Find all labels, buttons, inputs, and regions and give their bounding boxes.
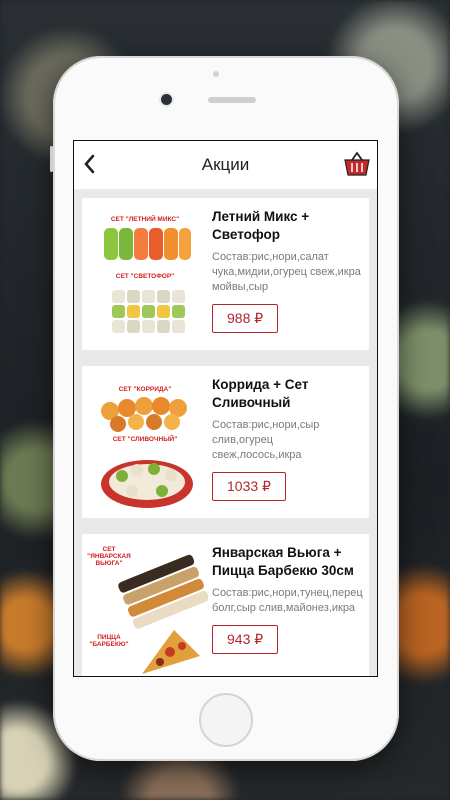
- promo-list: СЕТ "ЛЕТНИЙ МИКС" СЕТ "СВЕТОФОР" Летний …: [74, 190, 377, 676]
- price-button[interactable]: 1033 ₽: [212, 472, 286, 501]
- app-screen: Акции СЕТ "ЛЕТНИЙ МИКС" СЕТ "СВЕТОФОР" Л…: [73, 140, 378, 677]
- promo-image-sushi-set: СЕТ "КОРРИДА" СЕТ "СЛИВОЧНЫЙ": [82, 366, 208, 518]
- app-header: Акции: [74, 141, 377, 190]
- image-label: СЕТ "ЛЕТНИЙ МИКС": [110, 216, 180, 223]
- image-label: СЕТ "ЯНВАРСКАЯ ВЬЮГА": [87, 546, 131, 567]
- promo-image-sushi-set: СЕТ "ЛЕТНИЙ МИКС" СЕТ "СВЕТОФОР": [82, 198, 208, 350]
- promo-card[interactable]: СЕТ "КОРРИДА" СЕТ "СЛИВОЧНЫЙ" Коррида + …: [82, 366, 369, 518]
- earpiece-speaker: [208, 97, 256, 103]
- promo-name: Январская Вьюга + Пицца Барбекю 30см: [212, 545, 354, 578]
- home-button[interactable]: [199, 693, 253, 747]
- image-label: СЕТ "СЛИВОЧНЫЙ": [112, 436, 178, 443]
- image-label: ПИЦЦА "БАРБЕКЮ": [89, 634, 129, 648]
- promo-image-sushi-pizza: СЕТ "ЯНВАРСКАЯ ВЬЮГА" ПИЦЦА "БАРБЕКЮ": [82, 534, 208, 676]
- promo-card[interactable]: СЕТ "ЛЕТНИЙ МИКС" СЕТ "СВЕТОФОР" Летний …: [82, 198, 369, 350]
- basket-icon[interactable]: [343, 150, 371, 178]
- proximity-sensor: [213, 71, 219, 77]
- promo-description: Состав:рис,нори,сыр слив,огурец свеж,лос…: [212, 419, 320, 461]
- price-button[interactable]: 988 ₽: [212, 304, 279, 333]
- phone-frame: Акции СЕТ "ЛЕТНИЙ МИКС" СЕТ "СВЕТОФОР" Л…: [50, 56, 399, 761]
- chevron-left-icon[interactable]: [82, 153, 102, 175]
- promo-info: Январская Вьюга + Пицца Барбекю 30см Сос…: [208, 534, 369, 676]
- page-title: Акции: [201, 155, 250, 174]
- promo-description: Состав:рис,нори,тунец,перец болг,сыр сли…: [212, 587, 363, 614]
- promo-name: Летний Микс + Светофор: [212, 209, 310, 242]
- image-label: СЕТ "СВЕТОФОР": [115, 273, 175, 280]
- front-camera: [161, 94, 172, 105]
- promo-info: Коррида + Сет Сливочный Состав:рис,нори,…: [208, 366, 369, 518]
- promo-card[interactable]: СЕТ "ЯНВАРСКАЯ ВЬЮГА" ПИЦЦА "БАРБЕКЮ" Ян…: [82, 534, 369, 676]
- price-button[interactable]: 943 ₽: [212, 625, 279, 654]
- image-label: СЕТ "КОРРИДА": [118, 386, 172, 393]
- promo-description: Состав:рис,нори,салат чука,мидии,огурец …: [212, 251, 361, 293]
- promo-info: Летний Микс + Светофор Состав:рис,нори,с…: [208, 198, 369, 350]
- promo-name: Коррида + Сет Сливочный: [212, 377, 309, 410]
